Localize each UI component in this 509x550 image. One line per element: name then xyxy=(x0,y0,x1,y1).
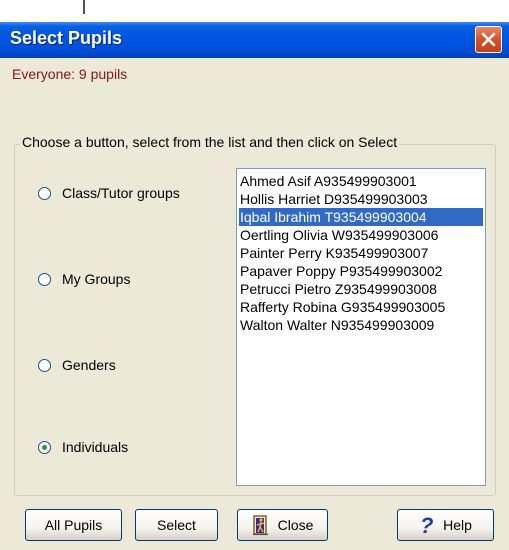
list-item[interactable]: Ahmed Asif A935499903001 xyxy=(239,172,483,190)
radio-button-icon[interactable] xyxy=(38,272,51,286)
select-button[interactable]: Select xyxy=(135,509,218,541)
radio-label: Genders xyxy=(62,357,116,373)
select-pupils-dialog: Select Pupils Everyone: 9 pupils Choose … xyxy=(0,0,509,550)
radio-button-icon[interactable] xyxy=(38,440,51,454)
close-button[interactable]: Close xyxy=(237,509,328,541)
list-item[interactable]: Oertling Olivia W935499903006 xyxy=(239,226,483,244)
pupil-count-status: Everyone: 9 pupils xyxy=(12,66,128,82)
list-item[interactable]: Hollis Harriet D935499903003 xyxy=(239,190,483,208)
radio-class-tutor-groups[interactable]: Class/Tutor groups xyxy=(38,182,180,204)
button-label: All Pupils xyxy=(44,517,103,533)
groupbox-legend: Choose a button, select from the list an… xyxy=(20,134,400,150)
radio-my-groups[interactable]: My Groups xyxy=(38,268,130,290)
groupbox-legend-text: Choose a button, select from the list an… xyxy=(22,134,398,150)
all-pupils-button[interactable]: All Pupils xyxy=(25,509,122,541)
svg-text:?: ? xyxy=(420,514,433,536)
help-button[interactable]: ? Help xyxy=(397,509,494,541)
list-item[interactable]: Walton Walter N935499903009 xyxy=(239,316,483,334)
radio-button-icon[interactable] xyxy=(38,186,51,200)
button-label: Close xyxy=(277,517,314,533)
list-item[interactable]: Petrucci Pietro Z935499903008 xyxy=(239,280,483,298)
question-mark-icon: ? xyxy=(419,514,437,536)
radio-label: My Groups xyxy=(62,271,131,287)
radio-label: Class/Tutor groups xyxy=(62,185,180,201)
list-item-selected[interactable]: Iqbal Ibrahim T935499903004 xyxy=(239,208,483,226)
button-label: Help xyxy=(443,517,472,533)
window-title: Select Pupils xyxy=(10,28,123,48)
list-item[interactable]: Papaver Poppy P935499903002 xyxy=(239,262,483,280)
close-x-icon xyxy=(481,32,496,47)
button-label: Select xyxy=(157,517,196,533)
radio-individuals[interactable]: Individuals xyxy=(38,436,128,458)
radio-genders[interactable]: Genders xyxy=(38,354,116,376)
door-exit-icon xyxy=(252,514,272,536)
background-strip xyxy=(0,0,509,22)
title-bar[interactable]: Select Pupils xyxy=(0,22,509,58)
list-item[interactable]: Rafferty Robina G935499903005 xyxy=(239,298,483,316)
pupil-listbox[interactable]: Ahmed Asif A935499903001 Hollis Harriet … xyxy=(236,168,486,486)
radio-label: Individuals xyxy=(62,439,129,455)
radio-button-icon[interactable] xyxy=(38,358,51,372)
list-item[interactable]: Painter Perry K935499903007 xyxy=(239,244,483,262)
background-mark xyxy=(83,0,85,14)
window-close-button[interactable] xyxy=(475,26,502,53)
